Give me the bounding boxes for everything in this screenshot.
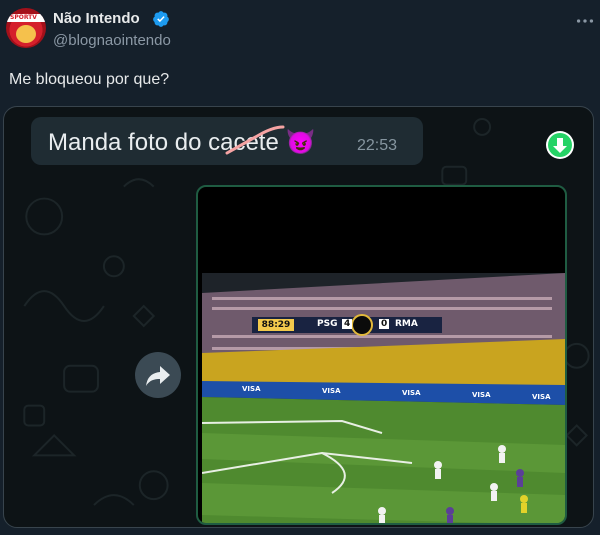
avatar-face: [16, 25, 36, 43]
scoreboard-team1: PSG: [317, 319, 338, 329]
scribble-mark: [225, 125, 285, 155]
author-name[interactable]: Não Intendo: [53, 10, 140, 27]
ad-board-text: VISA: [322, 387, 341, 395]
avatar[interactable]: SPORTV: [6, 8, 46, 48]
scoreboard-score2: 0: [379, 319, 390, 329]
avatar-banner-text: SPORTV: [10, 14, 37, 21]
download-icon: [548, 133, 572, 157]
message-time: 22:53: [357, 137, 398, 154]
scoreboard-score1: 4: [342, 319, 353, 329]
tweet: SPORTV Não Intendo @blognaointendo Me bl…: [0, 0, 600, 535]
forward-icon: [146, 366, 170, 386]
ad-board-text: VISA: [472, 391, 491, 399]
tv-screen-photo: 88:29 PSG 4 0 RMA VISA VISA VISA VISA VI…: [202, 273, 565, 523]
message-emoji: 😈: [285, 129, 316, 156]
more-options-icon[interactable]: [574, 10, 596, 32]
forward-button[interactable]: [135, 352, 181, 398]
football-match-image: [202, 273, 565, 523]
tweet-text: Me bloqueou por que?: [9, 71, 170, 88]
scoreboard-clock: 88:29: [258, 319, 294, 331]
ad-board-text: VISA: [242, 385, 261, 393]
scoreboard-team2: RMA: [395, 319, 418, 329]
ad-board-text: VISA: [402, 389, 421, 397]
tweet-media[interactable]: Manda foto do cacete 😈 22:53 88:29 PSG 4…: [3, 106, 594, 528]
author-handle[interactable]: @blognaointendo: [53, 32, 171, 49]
photo-message[interactable]: 88:29 PSG 4 0 RMA VISA VISA VISA VISA VI…: [196, 185, 567, 525]
ad-board-text: VISA: [532, 393, 551, 401]
download-button[interactable]: [546, 131, 574, 159]
message-bubble[interactable]: Manda foto do cacete 😈 22:53: [31, 117, 423, 165]
verified-badge-icon: [153, 11, 169, 27]
